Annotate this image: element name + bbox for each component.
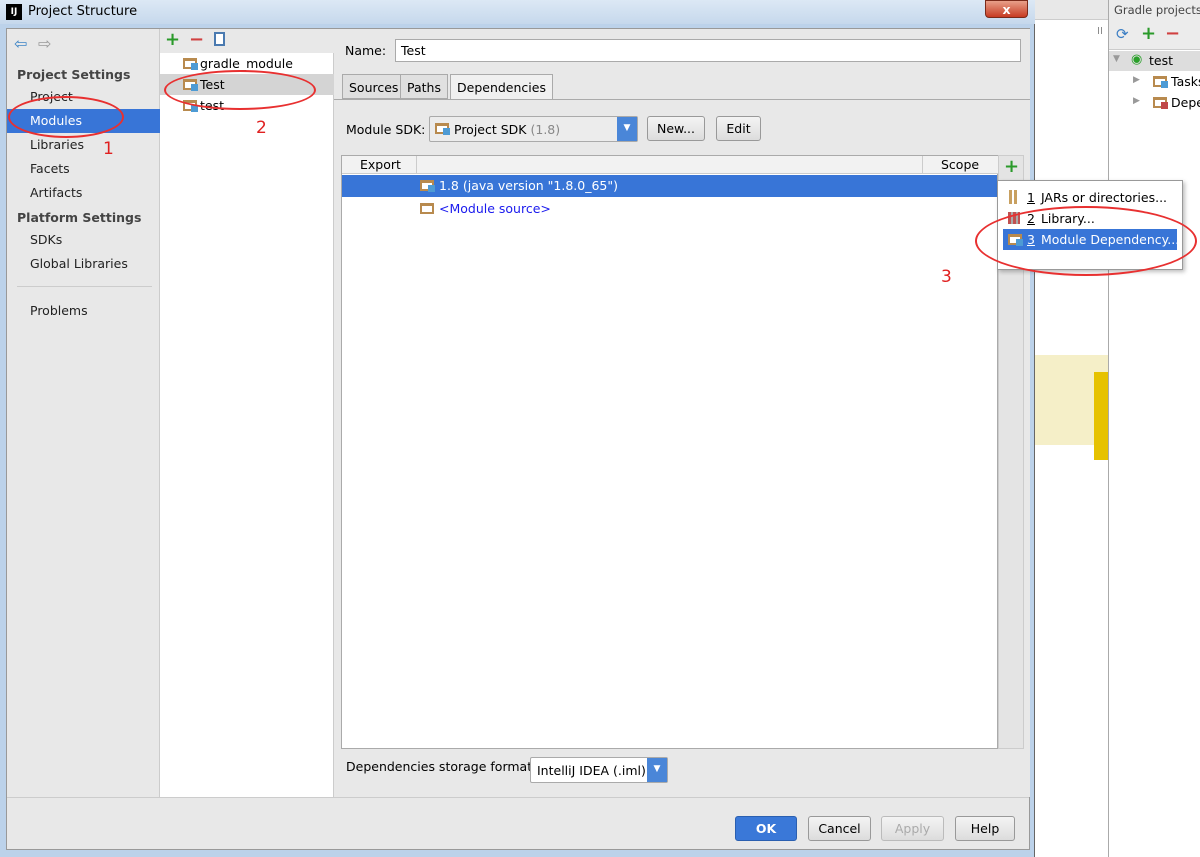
module-label: gradle_module: [200, 56, 293, 71]
annotation-number: 3: [941, 267, 952, 287]
column-export[interactable]: Export: [360, 157, 401, 172]
module-sdk-dropdown[interactable]: Project SDK (1.8) ▼: [429, 116, 638, 142]
nav-item-artifacts[interactable]: Artifacts: [7, 181, 160, 205]
cancel-button[interactable]: Cancel: [808, 816, 871, 841]
add-module-icon[interactable]: +: [165, 29, 180, 50]
module-folder-icon: [183, 58, 198, 70]
tab-dependencies[interactable]: Dependencies: [450, 74, 553, 99]
gradle-root-label: test: [1149, 53, 1174, 68]
help-button[interactable]: Help: [955, 816, 1015, 841]
jar-icon: [1009, 190, 1018, 204]
module-toolbar: + −: [160, 29, 334, 53]
sdk-version: (1.8): [530, 122, 561, 137]
gradle-deps-label: Depe: [1171, 95, 1200, 110]
ok-button[interactable]: OK: [735, 816, 797, 841]
nav-item-sdks[interactable]: SDKs: [7, 228, 160, 252]
folder-icon: [1153, 97, 1168, 109]
dependencies-table: Export Scope 1.8 (java version "1.8.0_65…: [341, 155, 999, 749]
column-scope[interactable]: Scope: [941, 157, 979, 172]
storage-format-dropdown[interactable]: IntelliJ IDEA (.iml) ▼: [530, 757, 668, 783]
name-input[interactable]: Test: [395, 39, 1021, 62]
menu-label: JARs or directories...: [1040, 190, 1168, 205]
platform-settings-header: Platform Settings: [17, 210, 142, 225]
module-sdk-label: Module SDK:: [346, 122, 426, 137]
gradle-deps-row[interactable]: ▶ Depe: [1109, 93, 1200, 113]
expand-icon[interactable]: ▼: [1113, 54, 1120, 64]
tab-paths[interactable]: Paths: [400, 74, 448, 99]
forward-arrow-icon[interactable]: ⇨: [38, 34, 51, 53]
project-structure-dialog: IJ Project Structure x ⇦ ⇨ Project Setti…: [0, 0, 1035, 857]
name-label: Name:: [345, 43, 387, 58]
nav-item-problems[interactable]: Problems: [7, 299, 160, 323]
back-arrow-icon[interactable]: ⇦: [14, 34, 27, 53]
module-list: + − gradle_module Test test: [160, 29, 334, 797]
annotation-ellipse: [8, 96, 124, 138]
module-detail: Name: Test Sources Paths Dependencies Mo…: [334, 29, 1030, 797]
remove-module-icon[interactable]: −: [189, 29, 204, 50]
gradle-root-row[interactable]: ▼ ◉ test: [1109, 51, 1200, 71]
remove-icon[interactable]: −: [1165, 23, 1180, 44]
sdk-folder-icon: [435, 123, 450, 135]
pause-icon: II: [1097, 26, 1103, 37]
table-row[interactable]: 1.8 (java version "1.8.0_65"): [342, 175, 997, 197]
gradle-title: Gradle projects: [1109, 0, 1200, 22]
annotation-number: 1: [103, 139, 114, 159]
gradle-panel: Gradle projects ⟳ + − ▼ ◉ test ▶ Tasks ▶…: [1108, 0, 1200, 857]
intellij-logo: IJ: [6, 4, 22, 20]
settings-nav: ⇦ ⇨ Project Settings Project Modules Lib…: [7, 29, 160, 797]
storage-format-label: Dependencies storage format:: [346, 759, 537, 774]
table-row[interactable]: <Module source>: [342, 198, 997, 220]
copy-icon[interactable]: [214, 32, 225, 46]
button-bar: OK Cancel Apply Help: [7, 797, 1029, 849]
annotation-ellipse: [164, 70, 316, 110]
tab-divider: [334, 99, 1030, 100]
edit-sdk-button[interactable]: Edit: [716, 116, 761, 141]
annotation-number: 2: [256, 118, 267, 138]
gradle-tasks-label: Tasks: [1171, 74, 1200, 89]
sdk-value: Project SDK: [454, 122, 527, 137]
module-source-icon: [420, 203, 434, 214]
apply-button[interactable]: Apply: [881, 816, 944, 841]
chevron-down-icon[interactable]: ▼: [647, 758, 667, 782]
expand-icon[interactable]: ▶: [1133, 96, 1140, 106]
add-dependency-icon[interactable]: +: [1004, 156, 1019, 177]
row-label: 1.8 (java version "1.8.0_65"): [439, 178, 618, 193]
dialog-content: ⇦ ⇨ Project Settings Project Modules Lib…: [6, 28, 1030, 850]
title-bar: IJ Project Structure x: [0, 0, 1035, 24]
expand-icon[interactable]: ▶: [1133, 75, 1140, 85]
gradle-toolbar: ⟳ + −: [1109, 22, 1200, 50]
menu-item-jars[interactable]: 1 JARs or directories...: [1003, 187, 1177, 208]
sdk-folder-icon: [420, 180, 435, 192]
project-settings-header: Project Settings: [17, 67, 131, 82]
row-label: <Module source>: [439, 201, 551, 216]
chevron-down-icon[interactable]: ▼: [617, 117, 637, 141]
gradle-tasks-row[interactable]: ▶ Tasks: [1109, 72, 1200, 92]
refresh-icon[interactable]: ⟳: [1116, 25, 1129, 43]
close-button[interactable]: x: [985, 0, 1028, 18]
storage-format-value: IntelliJ IDEA (.iml): [537, 763, 646, 778]
window-title: Project Structure: [28, 4, 138, 19]
divider: [17, 286, 152, 287]
new-sdk-button[interactable]: New...: [647, 116, 705, 141]
add-icon[interactable]: +: [1141, 23, 1156, 44]
annotation-ellipse: [975, 206, 1197, 276]
tab-sources[interactable]: Sources: [342, 74, 406, 99]
nav-item-facets[interactable]: Facets: [7, 157, 160, 181]
folder-icon: [1153, 76, 1168, 88]
editor-marker: [1094, 372, 1108, 460]
nav-item-global-libraries[interactable]: Global Libraries: [7, 252, 160, 276]
gradle-project-icon: ◉: [1131, 52, 1143, 67]
table-header: Export Scope: [342, 156, 999, 174]
